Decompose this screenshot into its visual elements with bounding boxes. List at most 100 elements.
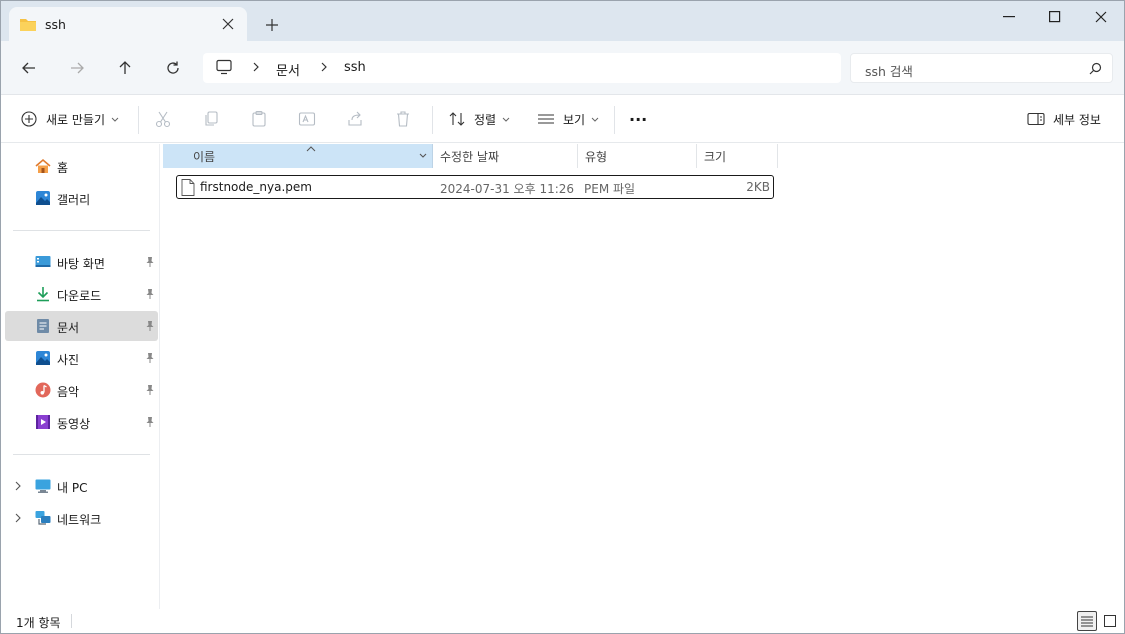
pin-icon[interactable]	[145, 288, 155, 303]
delete-icon[interactable]	[394, 108, 412, 130]
pin-icon[interactable]	[145, 384, 155, 399]
toolbar-divider	[138, 106, 139, 134]
back-icon[interactable]	[15, 54, 43, 82]
sidebar-item-downloads[interactable]: 다운로드	[5, 279, 158, 309]
copy-icon[interactable]	[202, 108, 220, 130]
pin-icon[interactable]	[145, 416, 155, 431]
paste-icon[interactable]	[250, 108, 268, 130]
sort-ascending-icon	[306, 142, 316, 156]
file-row[interactable]: firstnode_nya.pem 2024-07-31 오후 11:26 PE…	[176, 175, 774, 199]
chevron-right-icon[interactable]	[13, 511, 23, 528]
breadcrumb-documents[interactable]: 문서	[276, 60, 300, 79]
status-divider	[71, 614, 72, 628]
home-icon	[35, 158, 51, 174]
cut-icon[interactable]	[154, 108, 172, 130]
rename-icon[interactable]	[298, 108, 316, 130]
plus-circle-icon	[18, 108, 40, 130]
column-header-size[interactable]: 크기	[704, 144, 776, 168]
view-label: 보기	[563, 112, 586, 127]
column-header-type[interactable]: 유형	[585, 144, 697, 168]
details-pane-button[interactable]: 세부 정보	[1025, 108, 1101, 130]
music-icon	[35, 382, 51, 398]
breadcrumb-ssh[interactable]: ssh	[344, 60, 366, 75]
column-divider[interactable]	[696, 144, 697, 168]
details-view-icon[interactable]	[1077, 611, 1097, 631]
sidebar-item-label: 바탕 화면	[57, 257, 105, 271]
view-list-icon	[535, 108, 557, 130]
sort-label: 정렬	[474, 112, 497, 127]
sidebar-divider	[13, 230, 150, 231]
chevron-right-icon[interactable]	[319, 60, 329, 77]
sidebar-item-desktop[interactable]: 바탕 화면	[5, 247, 158, 277]
documents-icon	[35, 318, 51, 334]
sidebar-item-label: 사진	[57, 353, 80, 367]
new-button[interactable]: 새로 만들기	[18, 108, 119, 130]
pin-icon[interactable]	[145, 320, 155, 335]
gallery-icon	[35, 190, 51, 206]
chevron-down-icon	[591, 112, 599, 126]
folder-icon	[19, 16, 37, 35]
sidebar-item-label: 갤러리	[57, 193, 91, 207]
view-button[interactable]: 보기	[535, 108, 599, 130]
minimize-icon[interactable]	[986, 1, 1032, 33]
sidebar-item-network[interactable]: 네트워크	[5, 503, 158, 533]
toolbar-divider	[432, 106, 433, 134]
column-header-name[interactable]: 이름	[163, 144, 433, 168]
close-window-icon[interactable]	[1078, 1, 1124, 33]
sidebar-item-label: 내 PC	[57, 481, 88, 495]
sidebar-item-label: 홈	[57, 161, 69, 175]
tab-ssh[interactable]: ssh	[9, 7, 247, 41]
new-button-label: 새로 만들기	[46, 112, 106, 127]
column-divider[interactable]	[777, 144, 778, 168]
file-type: PEM 파일	[584, 182, 636, 196]
search-input[interactable]: ssh 검색	[865, 61, 913, 80]
details-pane-icon	[1025, 108, 1047, 130]
file-name: firstnode_nya.pem	[200, 180, 312, 194]
forward-icon[interactable]	[63, 54, 91, 82]
chevron-right-icon[interactable]	[251, 60, 261, 77]
close-tab-icon[interactable]	[217, 13, 239, 35]
file-list: 이름 수정한 날짜 유형 크기 firstnode_nya.pem 2024-0…	[161, 144, 1124, 609]
computer-icon[interactable]	[215, 59, 233, 78]
sidebar-item-pictures[interactable]: 사진	[5, 343, 158, 373]
column-divider[interactable]	[577, 144, 578, 168]
file-size: 2KB	[746, 180, 770, 194]
pictures-icon	[35, 350, 51, 366]
pin-icon[interactable]	[145, 352, 155, 367]
sidebar-item-label: 다운로드	[57, 289, 102, 303]
chevron-down-icon[interactable]	[418, 150, 428, 164]
chevron-down-icon	[111, 112, 119, 126]
sidebar-item-label: 동영상	[57, 417, 91, 431]
sidebar-item-this-pc[interactable]: 내 PC	[5, 471, 158, 501]
search-icon	[1089, 62, 1102, 78]
pc-icon	[35, 478, 51, 494]
chevron-right-icon[interactable]	[13, 479, 23, 496]
sidebar-item-documents[interactable]: 문서	[5, 311, 158, 341]
desktop-icon	[35, 254, 51, 270]
refresh-icon[interactable]	[159, 54, 187, 82]
status-bar: 1개 항목	[1, 609, 1124, 633]
share-icon[interactable]	[346, 108, 364, 130]
sidebar-item-music[interactable]: 음악	[5, 375, 158, 405]
column-header-date[interactable]: 수정한 날짜	[440, 144, 578, 168]
maximize-icon[interactable]	[1032, 1, 1078, 33]
sidebar-divider	[13, 454, 150, 455]
navigation-pane: 홈 갤러리 바탕 화면 다운로드 문서 사진 음악 동영상 내 PC 네트워크	[1, 144, 160, 609]
network-icon	[35, 510, 51, 526]
sidebar-item-home[interactable]: 홈	[5, 151, 158, 181]
new-tab-icon[interactable]	[261, 14, 283, 36]
sort-icon	[446, 108, 468, 130]
up-icon[interactable]	[111, 54, 139, 82]
sort-button[interactable]: 정렬	[446, 108, 510, 130]
address-bar[interactable]: 문서 ssh	[203, 53, 841, 83]
file-icon	[181, 179, 195, 199]
tiles-view-icon[interactable]	[1100, 611, 1120, 631]
title-bar: ssh	[1, 1, 1124, 41]
command-bar: 새로 만들기 정렬 보기 ··· 세부 정보	[1, 96, 1124, 143]
sidebar-item-videos[interactable]: 동영상	[5, 407, 158, 437]
tab-title: ssh	[45, 17, 66, 32]
sidebar-item-gallery[interactable]: 갤러리	[5, 183, 158, 213]
more-options-button[interactable]: ···	[629, 108, 647, 130]
search-box[interactable]: ssh 검색	[850, 53, 1113, 83]
pin-icon[interactable]	[145, 256, 155, 271]
